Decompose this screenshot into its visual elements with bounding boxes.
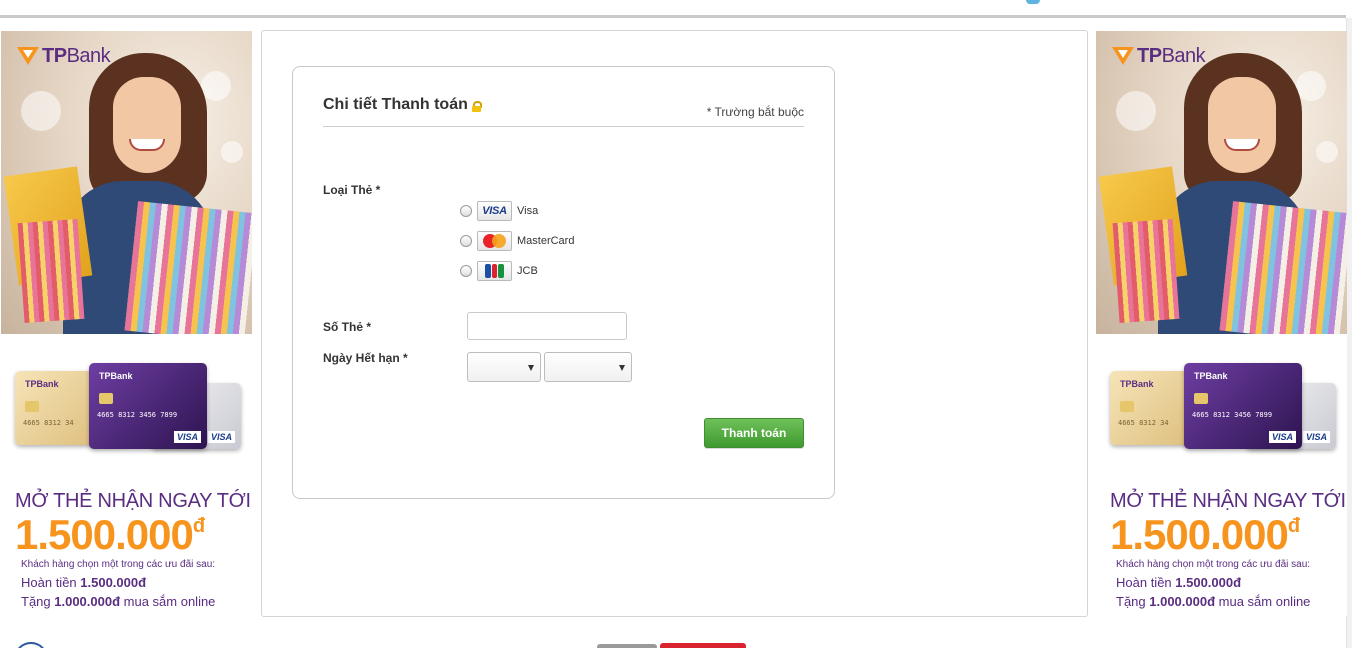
left-promo-banner[interactable]: TP Bank TPBank 4665 8312 34 VISA TPBank 4… (1, 31, 252, 616)
card-option-visa[interactable]: VISA Visa (460, 201, 538, 221)
promo-offer-shopping: Tặng 1.000.000đ mua sắm online (21, 594, 216, 609)
required-fields-note: * Trường bắt buộc (706, 105, 804, 119)
jcb-label[interactable]: JCB (517, 265, 538, 277)
card-option-mastercard[interactable]: MasterCard (460, 231, 574, 251)
woman-face (1208, 77, 1276, 173)
footer-logo-icon (14, 642, 48, 648)
footer-text-fragment (597, 644, 657, 648)
footer-peek (0, 628, 1352, 648)
purple-card: TPBank 4665 8312 3456 7899 VISA (1184, 363, 1302, 449)
promo-subtitle: Khách hàng chọn một trong các ưu đãi sau… (1116, 559, 1311, 570)
tpbank-logo: TP Bank (1112, 45, 1206, 68)
shopping-bag-red (1112, 219, 1180, 323)
chip-icon (1120, 401, 1134, 412)
chip-icon (99, 393, 113, 404)
card-type-label: Loại Thẻ * (323, 183, 381, 197)
visa-logo-icon: VISA (477, 201, 512, 221)
card-number-label: Số Thẻ * (323, 320, 372, 334)
visa-label[interactable]: Visa (517, 205, 538, 217)
promo-title: MỞ THẺ NHẬN NGAY TỚI (1110, 490, 1346, 512)
mastercard-logo-icon (477, 231, 512, 251)
card-option-jcb[interactable]: JCB (460, 261, 538, 281)
shopping-bag-striped (1219, 201, 1347, 334)
expiry-date-label: Ngày Hết hạn * (323, 351, 408, 365)
mastercard-label[interactable]: MasterCard (517, 235, 574, 247)
shopping-bag-red (17, 219, 85, 323)
banner-photo: TP Bank (1, 31, 252, 334)
promo-offer-shopping: Tặng 1.000.000đ mua sắm online (1116, 594, 1311, 609)
chevron-down-icon (528, 365, 534, 371)
shopping-bag-striped (124, 201, 252, 334)
right-promo-banner[interactable]: TP Bank TPBank 4665 8312 34 VISA TPBank 4… (1096, 31, 1347, 616)
jcb-logo-icon (477, 261, 512, 281)
main-content: Chi tiết Thanh toán * Trường bắt buộc Lo… (261, 30, 1088, 617)
promo-offer-cashback: Hoàn tiền 1.500.000đ (1116, 575, 1242, 590)
tpbank-logo-icon (1112, 46, 1134, 67)
pay-button[interactable]: Thanh toán (704, 418, 804, 448)
expiry-month-select[interactable] (467, 352, 541, 382)
tpbank-logo: TP Bank (17, 45, 111, 68)
promo-amount: 1.500.000đ (15, 511, 205, 558)
chevron-down-icon (619, 365, 625, 371)
visa-radio[interactable] (460, 205, 472, 217)
payment-details-panel: Chi tiết Thanh toán * Trường bắt buộc Lo… (292, 66, 835, 499)
lock-icon (471, 100, 482, 112)
page-title: Chi tiết Thanh toán (323, 96, 482, 114)
promo-subtitle: Khách hàng chọn một trong các ưu đãi sau… (21, 559, 216, 570)
credit-cards-image: TPBank 4665 8312 34 VISA TPBank 4665 831… (1, 357, 252, 457)
promo-offer-cashback: Hoàn tiền 1.500.000đ (21, 575, 147, 590)
banner-photo: TP Bank (1096, 31, 1347, 334)
purple-card: TPBank 4665 8312 3456 7899 VISA (89, 363, 207, 449)
top-bar (0, 0, 1352, 16)
chip-icon (25, 401, 39, 412)
card-number-input[interactable] (467, 312, 627, 340)
title-divider (323, 126, 804, 127)
promo-title: MỞ THẺ NHẬN NGAY TỚI (15, 490, 251, 512)
top-accent-icon (1026, 0, 1040, 4)
tpbank-logo-icon (17, 46, 39, 67)
mastercard-radio[interactable] (460, 235, 472, 247)
chip-icon (1194, 393, 1208, 404)
woman-face (113, 77, 181, 173)
top-divider (0, 15, 1346, 18)
credit-cards-image: TPBank 4665 8312 34 VISA TPBank 4665 831… (1096, 357, 1347, 457)
footer-brand-fragment (660, 643, 746, 648)
jcb-radio[interactable] (460, 265, 472, 277)
promo-amount: 1.500.000đ (1110, 511, 1300, 558)
expiry-year-select[interactable] (544, 352, 632, 382)
